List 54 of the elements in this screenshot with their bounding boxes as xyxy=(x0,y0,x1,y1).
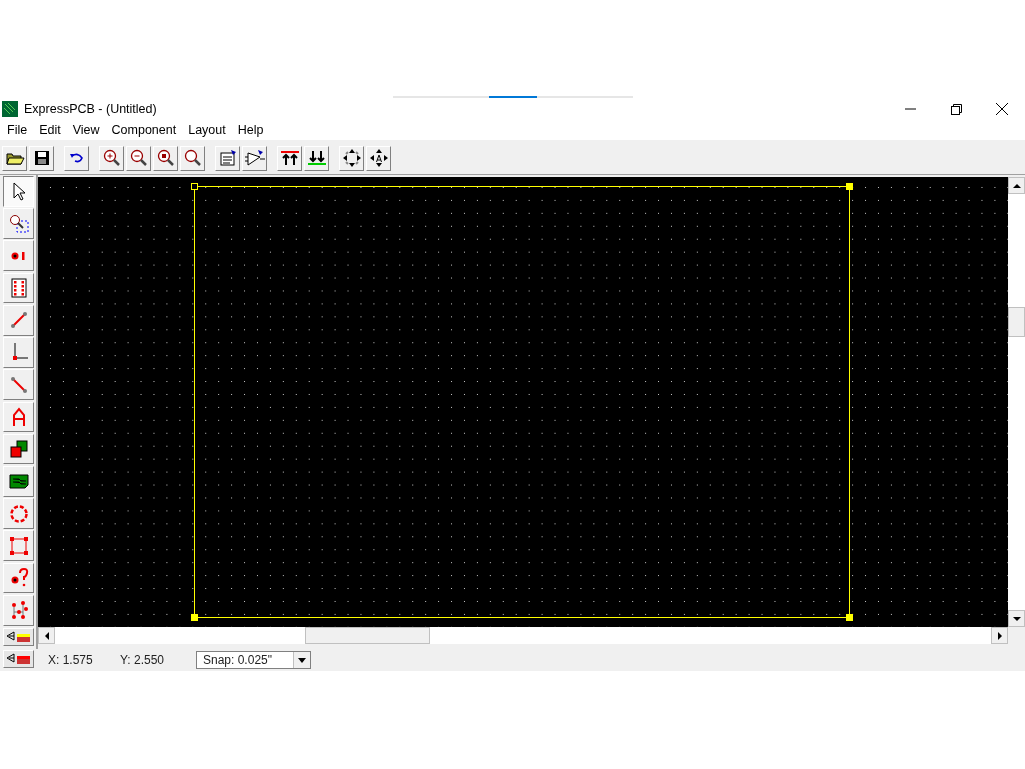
zoom-previous-icon xyxy=(182,148,203,168)
toolbar-button[interactable] xyxy=(2,145,27,171)
toolbar-button[interactable] xyxy=(64,145,89,171)
move-text-icon xyxy=(368,148,389,168)
toolbar-button[interactable] xyxy=(153,145,178,171)
y-coordinate: Y: 2.550 xyxy=(119,653,166,667)
toolbar-button[interactable] xyxy=(180,145,205,171)
rectangle-icon xyxy=(8,535,29,556)
zoom-in-icon xyxy=(101,148,122,168)
menu-item[interactable]: Component xyxy=(105,123,183,137)
zoom-fit-icon xyxy=(155,148,176,168)
overlap-squares-icon xyxy=(8,439,29,460)
scrollbar-thumb[interactable] xyxy=(1008,307,1025,337)
zoom-out-icon xyxy=(128,148,149,168)
horizontal-scrollbar[interactable] xyxy=(38,627,1008,644)
toolbar-button[interactable] xyxy=(126,145,151,171)
caret-icon xyxy=(298,657,306,663)
up-arrow-icon xyxy=(1012,182,1021,189)
diagonal-trace-icon xyxy=(8,374,29,395)
menu-item[interactable]: Edit xyxy=(33,123,67,137)
trace-icon xyxy=(8,310,29,331)
toolbar-button[interactable] xyxy=(277,145,302,171)
component-icon xyxy=(8,278,29,298)
close-icon xyxy=(996,103,1008,115)
restore-icon xyxy=(950,103,962,115)
down-arrow-icon xyxy=(1012,615,1021,622)
menu-item[interactable]: Layout xyxy=(182,123,232,137)
left-arrow-icon xyxy=(43,631,50,640)
layer-top-icon xyxy=(279,148,300,168)
layer-bottom-icon xyxy=(306,148,327,168)
right-arrow-icon xyxy=(996,631,1003,640)
toolbar-button[interactable] xyxy=(304,145,329,171)
move-icon xyxy=(341,148,362,168)
zoom-select-icon xyxy=(8,213,29,234)
window-title: ExpressPCB - (Untitled) xyxy=(24,102,158,116)
toolbar-button[interactable] xyxy=(366,145,391,171)
circle-icon xyxy=(8,503,29,524)
circuit-board-icon xyxy=(8,471,29,492)
scrollbar-thumb[interactable] xyxy=(305,627,430,644)
menu-item[interactable]: View xyxy=(66,123,106,137)
menu-item[interactable]: File xyxy=(1,123,34,137)
toolbar-button[interactable] xyxy=(339,145,364,171)
snap-dropdown[interactable]: Snap: 0.025" xyxy=(196,651,311,669)
properties-icon xyxy=(217,148,238,168)
minimize-icon xyxy=(904,108,916,110)
toolbar-button[interactable] xyxy=(242,145,267,171)
x-coordinate: X: 1.575 xyxy=(47,653,94,667)
app-logo-icon xyxy=(2,101,18,117)
menu-item[interactable]: Help xyxy=(231,123,270,137)
part-icon xyxy=(244,148,265,168)
toolbar-button[interactable] xyxy=(29,145,54,171)
vertical-scrollbar[interactable] xyxy=(1008,177,1025,627)
toolbar-button[interactable] xyxy=(99,145,124,171)
tool-button[interactable] xyxy=(3,176,34,207)
